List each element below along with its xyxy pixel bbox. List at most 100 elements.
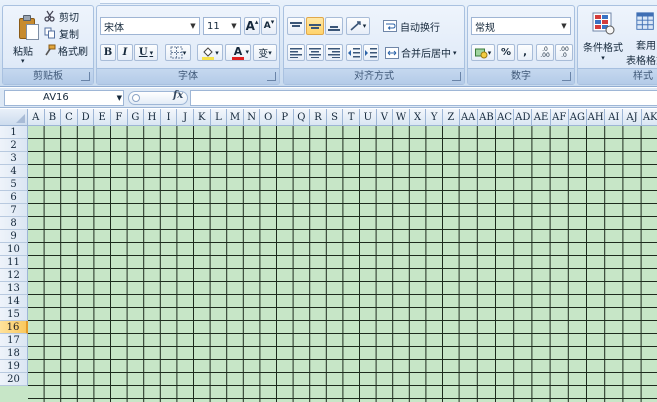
- column-header[interactable]: A: [28, 109, 45, 126]
- decrease-decimal-button[interactable]: .00 .0: [555, 44, 573, 61]
- column-header[interactable]: AA: [459, 109, 478, 126]
- increase-indent-button[interactable]: [363, 44, 379, 61]
- column-header[interactable]: AE: [532, 109, 551, 126]
- number-dialog-launcher[interactable]: [562, 72, 571, 81]
- align-right-button[interactable]: [325, 44, 343, 61]
- column-header[interactable]: V: [376, 109, 394, 126]
- column-header[interactable]: AC: [496, 109, 515, 126]
- alignment-dialog-launcher[interactable]: [452, 72, 461, 81]
- cell-grid[interactable]: [28, 126, 657, 402]
- column-header[interactable]: X: [409, 109, 427, 126]
- column-header[interactable]: Y: [426, 109, 443, 126]
- align-top-button[interactable]: [287, 17, 305, 35]
- align-middle-button[interactable]: [306, 17, 324, 35]
- font-size-combo[interactable]: 11 ▼: [203, 17, 241, 35]
- shrink-font-button[interactable]: A ▾: [261, 17, 277, 35]
- column-header[interactable]: B: [44, 109, 62, 126]
- row-header[interactable]: 2: [0, 139, 28, 152]
- column-header[interactable]: E: [94, 109, 111, 126]
- row-header[interactable]: 10: [0, 243, 28, 256]
- align-center-button[interactable]: [306, 44, 324, 61]
- bold-button[interactable]: B: [100, 44, 116, 61]
- formula-input[interactable]: [190, 90, 657, 106]
- row-header[interactable]: 7: [0, 204, 28, 217]
- row-header[interactable]: 3: [0, 152, 28, 165]
- format-as-table-button[interactable]: 套用 表格格式: [626, 8, 657, 68]
- row-header[interactable]: 8: [0, 217, 28, 230]
- column-header[interactable]: I: [160, 109, 178, 126]
- row-header[interactable]: 4: [0, 165, 28, 178]
- row-header[interactable]: 12: [0, 269, 28, 282]
- column-header[interactable]: C: [61, 109, 78, 126]
- copy-button[interactable]: 复制: [43, 26, 91, 41]
- conditional-format-button[interactable]: 条件格式 ▾: [580, 8, 626, 68]
- underline-button[interactable]: U ▾: [134, 44, 158, 61]
- align-left-button[interactable]: [287, 44, 305, 61]
- select-all-button[interactable]: [0, 109, 28, 126]
- font-name-combo[interactable]: 宋体 ▼: [100, 17, 200, 35]
- column-header[interactable]: T: [343, 109, 360, 126]
- comma-style-button[interactable]: ,: [517, 44, 533, 61]
- column-header[interactable]: U: [360, 109, 377, 126]
- column-header[interactable]: P: [277, 109, 294, 126]
- column-header[interactable]: J: [177, 109, 194, 126]
- fill-color-button[interactable]: ▾: [197, 44, 223, 61]
- column-header[interactable]: W: [393, 109, 410, 126]
- column-header[interactable]: H: [144, 109, 161, 126]
- column-header[interactable]: Z: [443, 109, 460, 126]
- percent-style-button[interactable]: %: [497, 44, 515, 61]
- wrap-text-button[interactable]: 自动换行: [382, 17, 454, 35]
- column-header[interactable]: AI: [605, 109, 624, 126]
- font-dialog-launcher[interactable]: [267, 72, 276, 81]
- column-header[interactable]: D: [77, 109, 95, 126]
- row-header[interactable]: 18: [0, 347, 28, 360]
- column-header[interactable]: Q: [293, 109, 311, 126]
- column-header[interactable]: K: [194, 109, 211, 126]
- number-format-combo[interactable]: 常规 ▼: [471, 17, 571, 35]
- column-header[interactable]: F: [111, 109, 128, 126]
- accounting-format-button[interactable]: ▾: [471, 44, 495, 61]
- row-header[interactable]: 6: [0, 191, 28, 204]
- column-header[interactable]: AB: [477, 109, 496, 126]
- column-header[interactable]: AD: [514, 109, 533, 126]
- borders-button[interactable]: ▾: [165, 44, 191, 61]
- column-header[interactable]: O: [260, 109, 277, 126]
- phonetic-button[interactable]: 变 ▾: [253, 44, 277, 61]
- column-header[interactable]: N: [243, 109, 261, 126]
- column-header[interactable]: M: [227, 109, 244, 126]
- row-header[interactable]: 17: [0, 334, 28, 347]
- column-header[interactable]: AH: [587, 109, 606, 126]
- row-header[interactable]: 14: [0, 295, 28, 308]
- align-bottom-button[interactable]: [325, 17, 343, 35]
- column-header[interactable]: S: [326, 109, 344, 126]
- insert-function-button[interactable]: fx: [173, 90, 183, 101]
- column-header[interactable]: AF: [550, 109, 569, 126]
- increase-decimal-button[interactable]: .0 .00: [536, 44, 554, 61]
- merge-center-button[interactable]: 合并后居中 ▾: [384, 44, 462, 61]
- decrease-indent-button[interactable]: [346, 44, 362, 61]
- column-header[interactable]: AJ: [623, 109, 642, 126]
- row-header[interactable]: 1: [0, 126, 28, 139]
- clipboard-dialog-launcher[interactable]: [81, 72, 90, 81]
- column-header[interactable]: AK: [641, 109, 657, 126]
- orientation-button[interactable]: ▾: [346, 17, 370, 35]
- grow-font-button[interactable]: A ▴: [244, 17, 260, 35]
- italic-button[interactable]: I: [117, 44, 133, 61]
- row-header[interactable]: 20: [0, 373, 28, 386]
- format-painter-button[interactable]: 格式刷: [43, 43, 93, 58]
- paste-button[interactable]: 粘贴 ▾: [6, 8, 40, 68]
- row-header-selected[interactable]: 16: [0, 321, 28, 334]
- row-header[interactable]: 15: [0, 308, 28, 321]
- column-header[interactable]: L: [210, 109, 228, 126]
- row-header[interactable]: 11: [0, 256, 28, 269]
- font-color-button[interactable]: A ▾: [225, 44, 251, 61]
- row-header[interactable]: 19: [0, 360, 28, 373]
- column-header[interactable]: R: [310, 109, 327, 126]
- column-header[interactable]: AG: [568, 109, 587, 126]
- row-header[interactable]: 13: [0, 282, 28, 295]
- column-header[interactable]: G: [127, 109, 145, 126]
- cut-button[interactable]: 剪切: [43, 9, 91, 24]
- row-header[interactable]: 5: [0, 178, 28, 191]
- name-box[interactable]: AV16 ▼: [4, 90, 124, 106]
- row-header[interactable]: 9: [0, 230, 28, 243]
